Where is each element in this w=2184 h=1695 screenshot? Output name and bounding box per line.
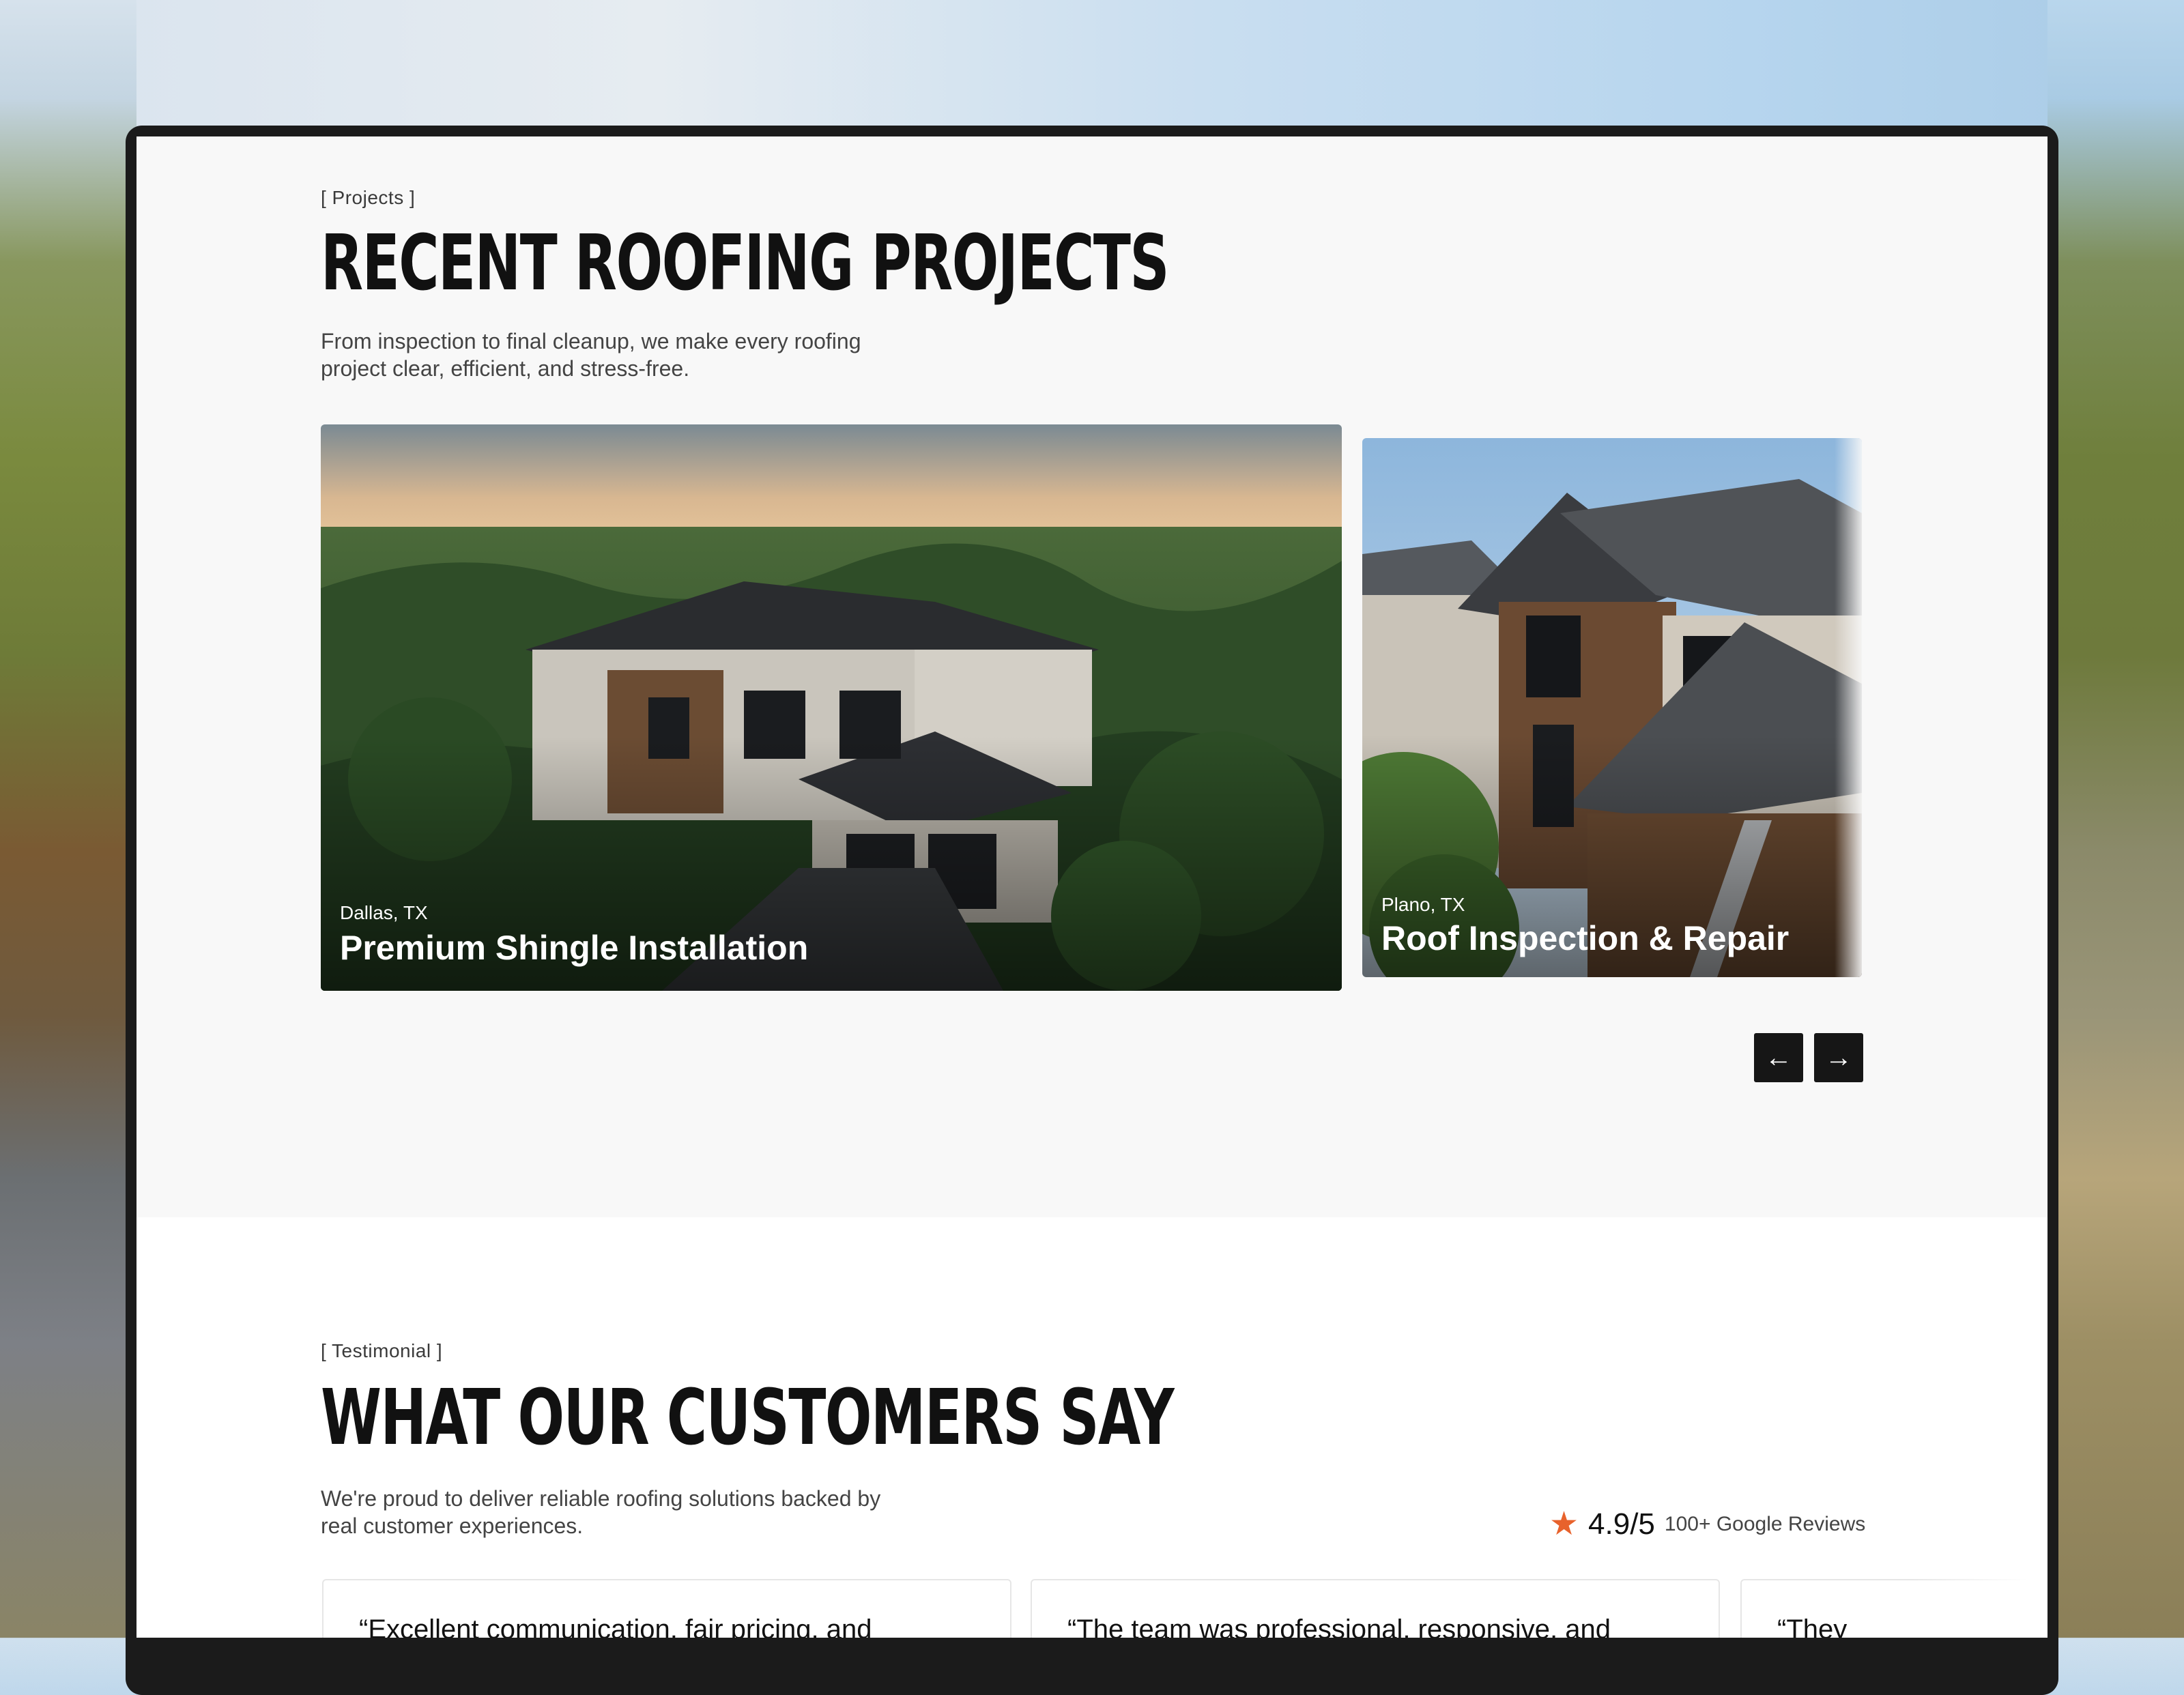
testimonials-eyebrow: [ Testimonial ] [321, 1340, 443, 1361]
testimonials-edge-fade [1911, 1569, 2048, 1638]
page-viewport: [ Projects ] RECENT ROOFING PROJECTS Fro… [136, 136, 2048, 1638]
projects-subtitle: From inspection to final cleanup, we mak… [321, 329, 861, 381]
star-icon: ★ [1549, 1506, 1579, 1542]
carousel-prev-button[interactable]: ← [1754, 1033, 1803, 1082]
rating-count: 100+ Google Reviews [1664, 1513, 1866, 1535]
card-location: Plano, TX [1381, 894, 1465, 915]
rating-score: 4.9/5 [1588, 1507, 1655, 1541]
projects-eyebrow: [ Projects ] [321, 187, 416, 208]
card-location: Dallas, TX [340, 902, 428, 923]
testimonial-quote: “The team was professional, responsive, … [1067, 1614, 1611, 1638]
testimonials-subtitle: We're proud to deliver reliable roofing … [321, 1486, 881, 1538]
testimonials-title: WHAT OUR CUSTOMERS SAY [321, 1374, 1175, 1462]
background-right [2048, 0, 2184, 1638]
background-left [0, 0, 136, 1638]
testimonial-quote: “They [1777, 1614, 1848, 1638]
testimonial-quote: “Excellent communication, fair pricing, … [359, 1614, 872, 1638]
card-title: Premium Shingle Installation [340, 929, 809, 967]
testimonial-card: “Excellent communication, fair pricing, … [322, 1579, 1011, 1638]
carousel-next-button[interactable]: → [1814, 1033, 1863, 1082]
arrow-right-icon: → [1825, 1043, 1852, 1073]
project-card-plano[interactable]: Plano, TX Roof Inspection & Repair [1362, 438, 1862, 977]
projects-title: RECENT ROOFING PROJECTS [321, 219, 1169, 308]
rating-summary: ★ 4.9/5 100+ Google Reviews [1549, 1504, 1865, 1545]
projects-section: [ Projects ] RECENT ROOFING PROJECTS Fro… [136, 136, 2048, 1217]
arrow-left-icon: ← [1765, 1043, 1792, 1073]
background-sky [0, 0, 2184, 130]
project-card-dallas[interactable]: Dallas, TX Premium Shingle Installation [321, 424, 1342, 991]
card-edge-fade [1835, 438, 1862, 977]
card-title: Roof Inspection & Repair [1381, 919, 1790, 957]
testimonial-card: “The team was professional, responsive, … [1031, 1579, 1720, 1638]
